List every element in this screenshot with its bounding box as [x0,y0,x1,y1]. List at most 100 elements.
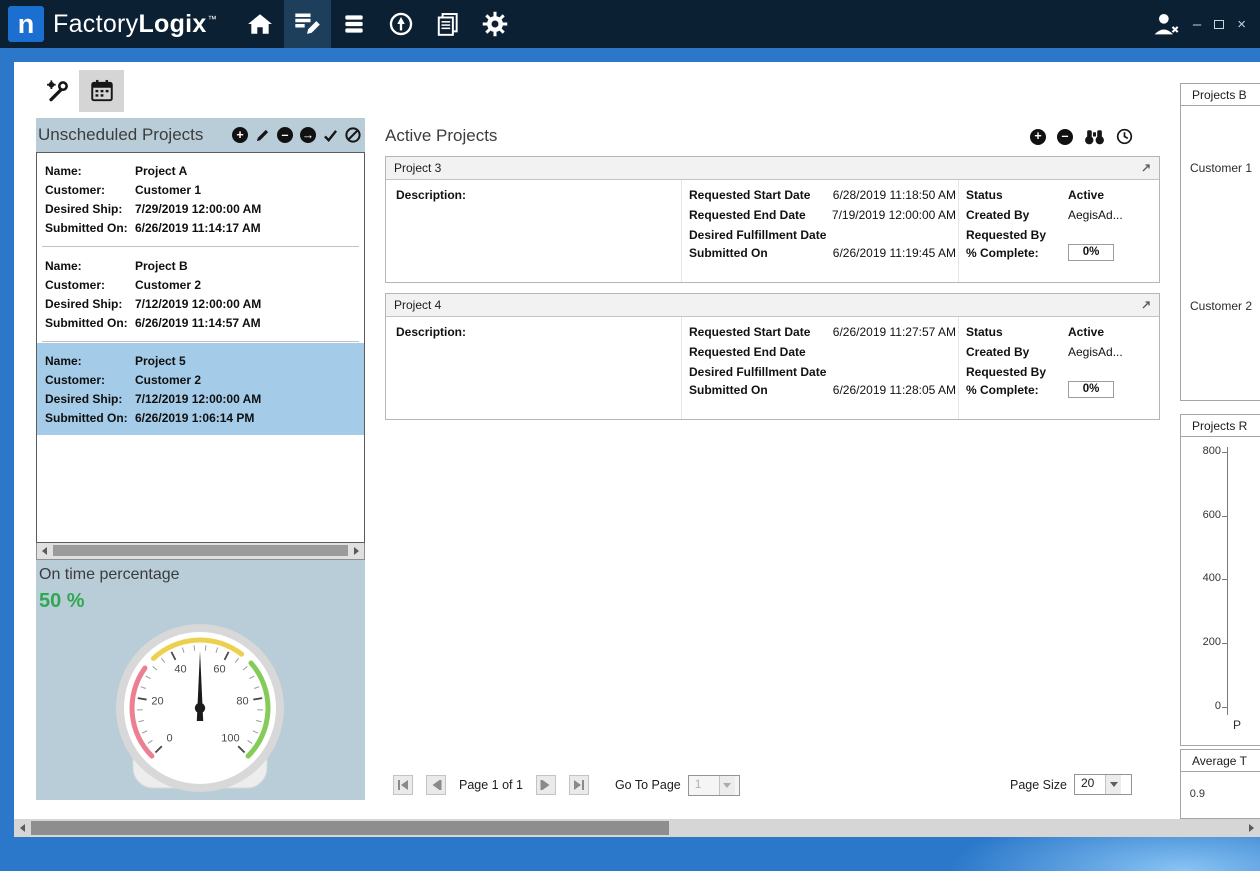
project-entry-selected[interactable]: Name:Project 5 Customer:Customer 2 Desir… [37,343,364,435]
add-active-project-icon[interactable]: + [1030,129,1046,145]
nav-documents-icon[interactable] [425,0,472,48]
approve-check-icon[interactable] [323,129,338,142]
list-horizontal-scrollbar[interactable] [36,543,365,560]
scrollbar-thumb[interactable] [53,545,348,556]
move-project-icon[interactable]: → [300,127,316,143]
active-project-card: Project 4 Description: Requested Start D… [385,293,1160,420]
list-divider [42,246,359,247]
project-submitted-on: 6/26/2019 11:14:17 AM [135,219,261,238]
page-indicator: Page 1 of 1 [459,778,523,792]
nav-materials-icon[interactable] [331,0,378,48]
project-submitted-on: 6/26/2019 11:14:57 AM [135,314,261,333]
edit-pencil-icon[interactable] [255,128,270,143]
unscheduled-projects-title: Unscheduled Projects [38,125,203,145]
previous-page-button[interactable] [426,775,446,795]
percent-complete-field[interactable]: 0% [1068,244,1114,261]
x-axis-label: P [1233,718,1241,732]
scrollbar-thumb[interactable] [31,821,669,835]
project-desired-ship: 7/12/2019 12:00:00 AM [135,295,261,314]
main-horizontal-scrollbar[interactable] [14,819,1260,837]
unscheduled-projects-list: Name:Project A Customer:Customer 1 Desir… [36,152,365,543]
svg-text:80: 80 [236,695,248,707]
goto-page-dropdown[interactable]: 1 [688,775,740,796]
nav-home-icon[interactable] [237,0,284,48]
y-axis-tick: 0.9 [1181,788,1205,800]
created-by-value: AegisAd... [1068,345,1123,359]
created-by-value: AegisAd... [1068,208,1123,222]
tab-schedule-calendar-icon[interactable] [79,70,124,112]
project-submitted-on: 6/26/2019 1:06:14 PM [135,409,254,428]
expand-icon[interactable] [1141,300,1151,310]
last-page-button[interactable] [569,775,589,795]
next-page-button[interactable] [536,775,556,795]
y-axis-tick: 0 [1183,700,1221,712]
history-clock-icon[interactable] [1116,128,1133,145]
nav-settings-gear-icon[interactable] [472,0,519,48]
goto-page-label: Go To Page [615,778,681,792]
unscheduled-projects-panel: Unscheduled Projects + – → Name:Project … [36,118,365,800]
logo-letter: n [18,9,35,40]
project-desired-ship: 7/29/2019 12:00:00 AM [135,200,261,219]
close-button[interactable]: × [1237,17,1246,32]
percent-complete-field[interactable]: 0% [1068,381,1114,398]
legend-item: Customer 2 [1190,299,1252,313]
y-axis-tick: 800 [1183,445,1221,457]
svg-text:60: 60 [213,664,225,676]
main-content: Unscheduled Projects + – → Name:Project … [14,62,1260,837]
remove-project-icon[interactable]: – [277,127,293,143]
pagination-bar: Page 1 of 1 Go To Page 1 Page Size 20 [393,774,1160,796]
maximize-button[interactable] [1214,20,1224,29]
projects-chart-title: Projects R [1181,415,1260,437]
project-card-title: Project 4 [394,298,441,312]
active-projects-title: Active Projects [385,126,497,146]
scroll-left-arrow-icon[interactable] [14,819,31,837]
project-card-header: Project 4 [386,294,1159,317]
projects-chart-card: Projects R 800 600 400 200 0 P [1180,414,1260,746]
active-project-card: Project 3 Description: Requested Start D… [385,156,1160,283]
svg-text:100: 100 [221,732,239,744]
app-name: FactoryLogix™ [53,10,217,39]
scroll-right-arrow-icon[interactable] [349,543,364,558]
project-name: Project B [135,257,188,276]
logout-user-icon[interactable] [1150,11,1180,37]
add-project-icon[interactable]: + [232,127,248,143]
app-window: { "titlebar": { "logo_letter": "n", "app… [0,0,1260,851]
expand-icon[interactable] [1141,163,1151,173]
project-desired-ship: 7/12/2019 12:00:00 AM [135,390,261,409]
scroll-right-arrow-icon[interactable] [1243,819,1260,837]
requested-start-value: 6/28/2019 11:18:50 AM [814,188,956,202]
project-name: Project 5 [135,352,186,371]
ontime-percentage-value: 50 % [39,590,85,613]
project-customer: Customer 2 [135,371,201,390]
nav-planning-icon[interactable] [284,0,331,48]
ontime-percentage-title: On time percentage [39,566,180,584]
requested-start-value: 6/26/2019 11:27:57 AM [814,325,956,339]
view-tabs [34,70,124,112]
project-card-header: Project 3 [386,157,1159,180]
project-entry[interactable]: Name:Project B Customer:Customer 2 Desir… [37,248,364,340]
minimize-button[interactable]: – [1193,17,1201,32]
scroll-left-arrow-icon[interactable] [37,543,52,558]
nav-dispatch-icon[interactable] [378,0,425,48]
dropdown-arrow-icon[interactable] [1105,775,1121,794]
remove-active-project-icon[interactable]: – [1057,129,1073,145]
dropdown-arrow-icon[interactable] [719,776,735,795]
project-card-title: Project 3 [394,161,441,175]
y-axis-tick: 200 [1183,636,1221,648]
page-size-dropdown[interactable]: 20 [1074,774,1132,795]
status-value: Active [1068,188,1104,202]
titlebar: n FactoryLogix™ – × [0,0,1260,48]
main-nav [237,0,519,48]
search-binoculars-icon[interactable] [1084,128,1105,145]
tab-tools-icon[interactable] [34,70,79,112]
average-time-title: Average T [1181,750,1260,772]
svg-text:40: 40 [174,664,186,676]
first-page-button[interactable] [393,775,413,795]
project-entry[interactable]: Name:Project A Customer:Customer 1 Desir… [37,153,364,245]
projects-by-customer-card: Projects B Customer 1 Customer 2 [1180,83,1260,401]
window-controls: – × [1150,11,1260,37]
projects-by-customer-title: Projects B [1181,84,1260,106]
cancel-slash-icon[interactable] [345,127,361,143]
project-card-body: Description: Requested Start Date 6/28/2… [386,180,1159,282]
submitted-on-value: 6/26/2019 11:28:05 AM [814,383,956,397]
